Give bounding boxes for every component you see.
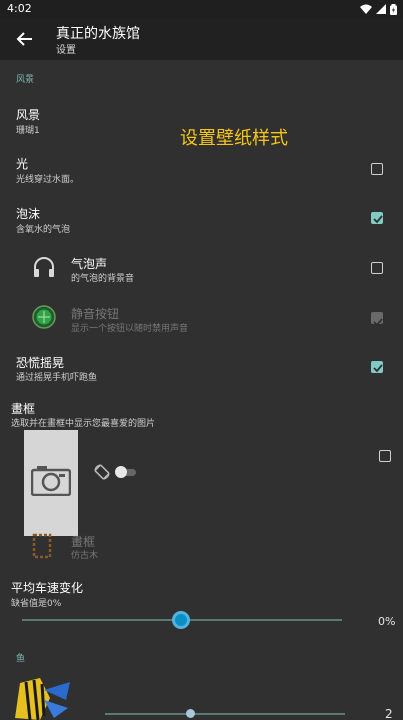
- pref-frame-style-summary: 仿古木: [71, 551, 99, 561]
- avg-speed-value: 0%: [378, 615, 396, 628]
- pref-avg-speed-title: 平均车速变化: [11, 581, 84, 595]
- pref-mute-button-summary: 显示一个按钮以随时禁用声音: [71, 324, 189, 334]
- headphones-icon: [34, 257, 54, 277]
- fish-count-slider-track[interactable]: [105, 713, 345, 715]
- pref-panic-shake-title: 恐慌摇晃: [16, 356, 65, 370]
- checkmark-icon: [373, 215, 383, 224]
- pref-bubbles-title: 泡沫: [16, 207, 41, 221]
- frame-checkbox[interactable]: [379, 450, 391, 462]
- pref-bubbles-summary: 含氧水的气泡: [16, 225, 71, 235]
- battery-icon: [390, 3, 397, 15]
- wifi-icon: [360, 4, 372, 14]
- status-bar: 4:02: [0, 0, 403, 18]
- fish-count-slider-thumb[interactable]: [186, 709, 195, 718]
- pref-frame-summary: 选取并在畫框中显示您最喜爱的图片: [11, 419, 156, 429]
- annotation-label: 设置壁纸样式: [180, 128, 288, 149]
- pref-light-title: 光: [16, 157, 29, 171]
- rotate-icon[interactable]: [94, 464, 110, 480]
- panic-shake-checkbox[interactable]: [371, 361, 383, 373]
- checkmark-icon: [373, 318, 383, 327]
- bubbles-checkbox[interactable]: [371, 212, 383, 224]
- status-icons: [360, 3, 397, 15]
- settings-list[interactable]: 风景 风景 珊瑚1 设置壁纸样式 光 光线穿过水面。 泡沫 含氧水的气泡 气泡声…: [0, 60, 403, 720]
- pref-bubble-sound-title: 气泡声: [71, 257, 108, 271]
- fish-count-value: 2: [385, 707, 393, 720]
- camera-icon: [31, 466, 71, 496]
- avg-speed-slider-thumb[interactable]: [172, 611, 190, 629]
- light-checkbox[interactable]: [371, 163, 383, 175]
- app-subtitle: 设置: [56, 45, 76, 56]
- status-time: 4:02: [7, 2, 32, 15]
- mute-button-checkbox: [371, 312, 383, 327]
- frame-style-icon: [32, 533, 52, 559]
- pref-avg-speed-summary: 缺省值是0%: [11, 599, 62, 609]
- pref-mute-button-title: 静音按钮: [71, 307, 120, 321]
- section-header-fish: 鱼: [16, 654, 26, 664]
- pref-bubble-sound-summary: 的气泡的背景音: [71, 274, 135, 284]
- frame-image-picker[interactable]: [24, 430, 78, 536]
- pref-light-summary: 光线穿过水面。: [16, 175, 80, 185]
- mute-button-icon: [32, 305, 56, 329]
- checkmark-icon: [373, 364, 383, 373]
- app-bar: 真正的水族馆 设置: [0, 18, 403, 60]
- pref-panic-shake-summary: 通过摇晃手机吓跑鱼: [16, 373, 98, 383]
- pref-scenery-title: 风景: [16, 108, 41, 122]
- pref-frame-title: 畫框: [11, 402, 36, 416]
- section-header-scenery: 风景: [16, 75, 35, 85]
- fish-image: [15, 678, 70, 720]
- pref-scenery-summary: 珊瑚1: [16, 126, 40, 136]
- app-title: 真正的水族馆: [56, 26, 140, 42]
- signal-icon: [376, 4, 386, 14]
- bubble-sound-checkbox[interactable]: [371, 262, 383, 274]
- rotate-toggle[interactable]: [115, 466, 137, 478]
- back-arrow-icon[interactable]: [14, 28, 36, 50]
